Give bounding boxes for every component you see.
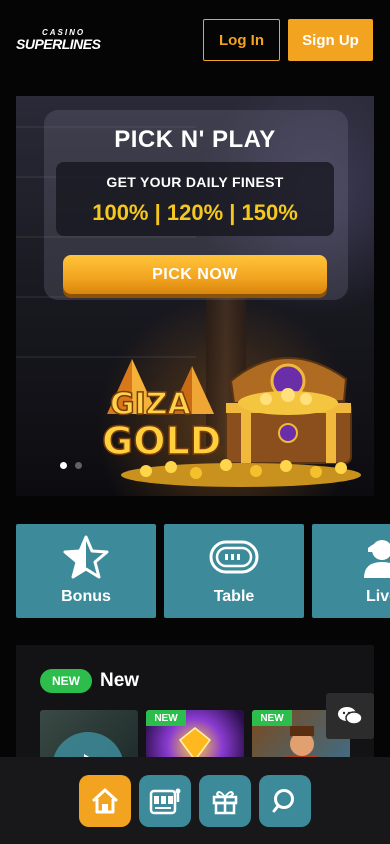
dealer-icon <box>312 534 390 580</box>
new-games-section: NEW New NEW NEW <box>16 645 374 765</box>
login-button[interactable]: Log In <box>203 19 280 61</box>
category-row: Bonus Table Live <box>16 524 390 618</box>
bottom-navigation <box>0 757 390 844</box>
category-table[interactable]: Table <box>164 524 304 618</box>
nav-home-button[interactable] <box>79 775 131 827</box>
category-label: Live <box>365 588 390 605</box>
promo-percentages: 100% | 120% | 150% <box>92 200 298 225</box>
new-tag: NEW <box>252 710 292 726</box>
carousel-dot[interactable] <box>75 462 82 469</box>
gift-icon <box>212 791 238 815</box>
section-title: New <box>100 670 140 691</box>
search-icon <box>272 789 294 813</box>
category-live[interactable]: Live <box>312 524 390 618</box>
promo-banner[interactable]: PICK N' PLAY GET YOUR DAILY FINEST 100% … <box>16 96 374 496</box>
header: CASINO SUPERLINES Log In Sign Up <box>0 0 390 80</box>
gold-coins-pile <box>121 459 361 487</box>
pick-now-button[interactable]: PICK NOW <box>63 255 327 294</box>
category-label: Table <box>213 588 255 605</box>
promo-subtitle: GET YOUR DAILY FINEST <box>106 174 284 190</box>
signup-button[interactable]: Sign Up <box>288 19 373 61</box>
logo-main-text: SUPERLINES <box>16 36 101 52</box>
nav-search-button[interactable] <box>259 775 311 827</box>
chat-button[interactable] <box>326 693 374 739</box>
chat-icon <box>338 707 362 725</box>
promo-title: PICK N' PLAY <box>114 126 276 153</box>
new-tag: NEW <box>146 710 186 726</box>
chip-icon <box>164 534 304 580</box>
carousel-dot-active[interactable] <box>60 462 67 469</box>
svg-text:GIZA: GIZA <box>110 387 192 422</box>
star-icon <box>16 534 156 580</box>
slot-machine-icon <box>149 788 181 815</box>
nav-games-button[interactable] <box>139 775 191 827</box>
new-badge: NEW <box>40 669 92 693</box>
category-label: Bonus <box>61 588 111 605</box>
home-icon <box>92 788 118 814</box>
logo[interactable]: CASINO SUPERLINES <box>16 28 106 54</box>
category-bonus[interactable]: Bonus <box>16 524 156 618</box>
nav-promotions-button[interactable] <box>199 775 251 827</box>
casino-home-page: CASINO SUPERLINES Log In Sign Up PICK N'… <box>0 0 390 844</box>
